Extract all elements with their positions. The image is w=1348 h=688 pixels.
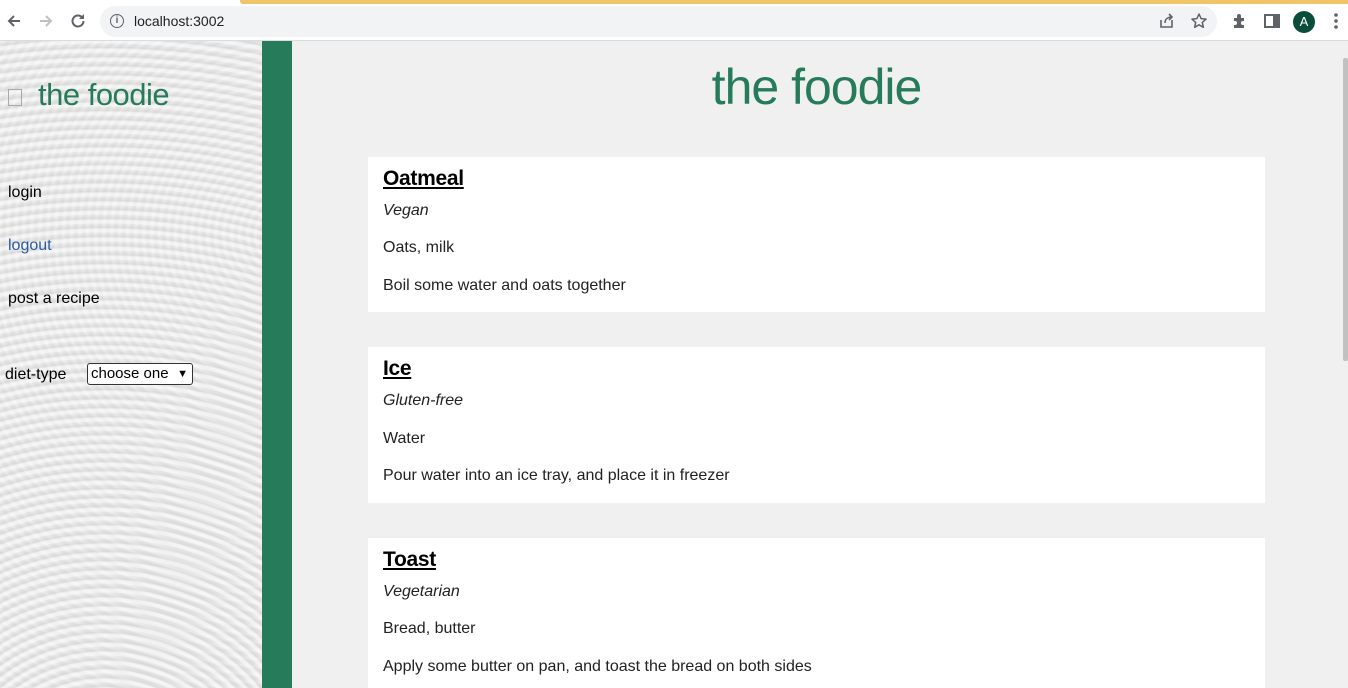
bookmark-star-icon[interactable] (1190, 12, 1208, 30)
info-icon[interactable]: i (110, 14, 124, 28)
recipe-diet: Vegan (383, 202, 429, 219)
url-text: localhost:3002 (134, 13, 225, 29)
page-title: the foodie (711, 59, 923, 115)
scrollbar-thumb[interactable] (1343, 58, 1348, 361)
recipe-instructions: Pour water into an ice tray, and place i… (383, 467, 730, 484)
recipe-title-link[interactable]: Ice (383, 357, 412, 381)
recipe-instructions: Boil some water and oats together (383, 277, 626, 294)
back-icon[interactable] (3, 10, 25, 32)
reload-icon[interactable] (67, 10, 89, 32)
recipe-ingredients: Oats, milk (383, 239, 455, 256)
recipe-title-link[interactable]: Oatmeal (383, 167, 464, 191)
menu-kebab-icon[interactable] (1326, 11, 1346, 31)
sidebar: the foodie login logout post a recipe di… (0, 41, 262, 688)
sidebar-title: the foodie (38, 77, 170, 112)
diet-select-value: choose one (91, 365, 169, 382)
side-panel-icon[interactable] (1262, 11, 1282, 31)
recipe-card: Oatmeal Vegan Oats, milk Boil some water… (368, 157, 1265, 312)
share-icon[interactable] (1158, 12, 1176, 30)
recipe-title-link[interactable]: Toast (383, 548, 436, 572)
diet-type-label: diet-type (5, 366, 67, 383)
profile-avatar[interactable]: A (1293, 11, 1315, 33)
recipe-ingredients: Water (383, 430, 426, 447)
page-load-progress (240, 0, 1348, 4)
recipe-diet: Vegetarian (383, 583, 460, 600)
extensions-icon[interactable] (1230, 11, 1250, 31)
recipe-ingredients: Bread, butter (383, 620, 476, 637)
chevron-down-icon: ▼ (177, 368, 188, 380)
logo-image-placeholder (8, 89, 22, 106)
recipe-card: Ice Gluten-free Water Pour water into an… (368, 347, 1265, 503)
address-bar[interactable]: i localhost:3002 (100, 6, 1217, 37)
recipe-diet: Gluten-free (383, 392, 464, 409)
forward-icon[interactable] (35, 10, 57, 32)
sidebar-accent-stripe (262, 41, 292, 688)
recipe-instructions: Apply some butter on pan, and toast the … (383, 658, 812, 675)
recipe-card: Toast Vegetarian Bread, butter Apply som… (368, 538, 1265, 688)
browser-toolbar: i localhost:3002 A (0, 0, 1348, 41)
post-recipe-link[interactable]: post a recipe (8, 290, 100, 308)
login-link[interactable]: login (8, 184, 42, 202)
logout-link[interactable]: logout (8, 237, 52, 255)
diet-type-select[interactable]: choose one ▼ (87, 363, 193, 385)
